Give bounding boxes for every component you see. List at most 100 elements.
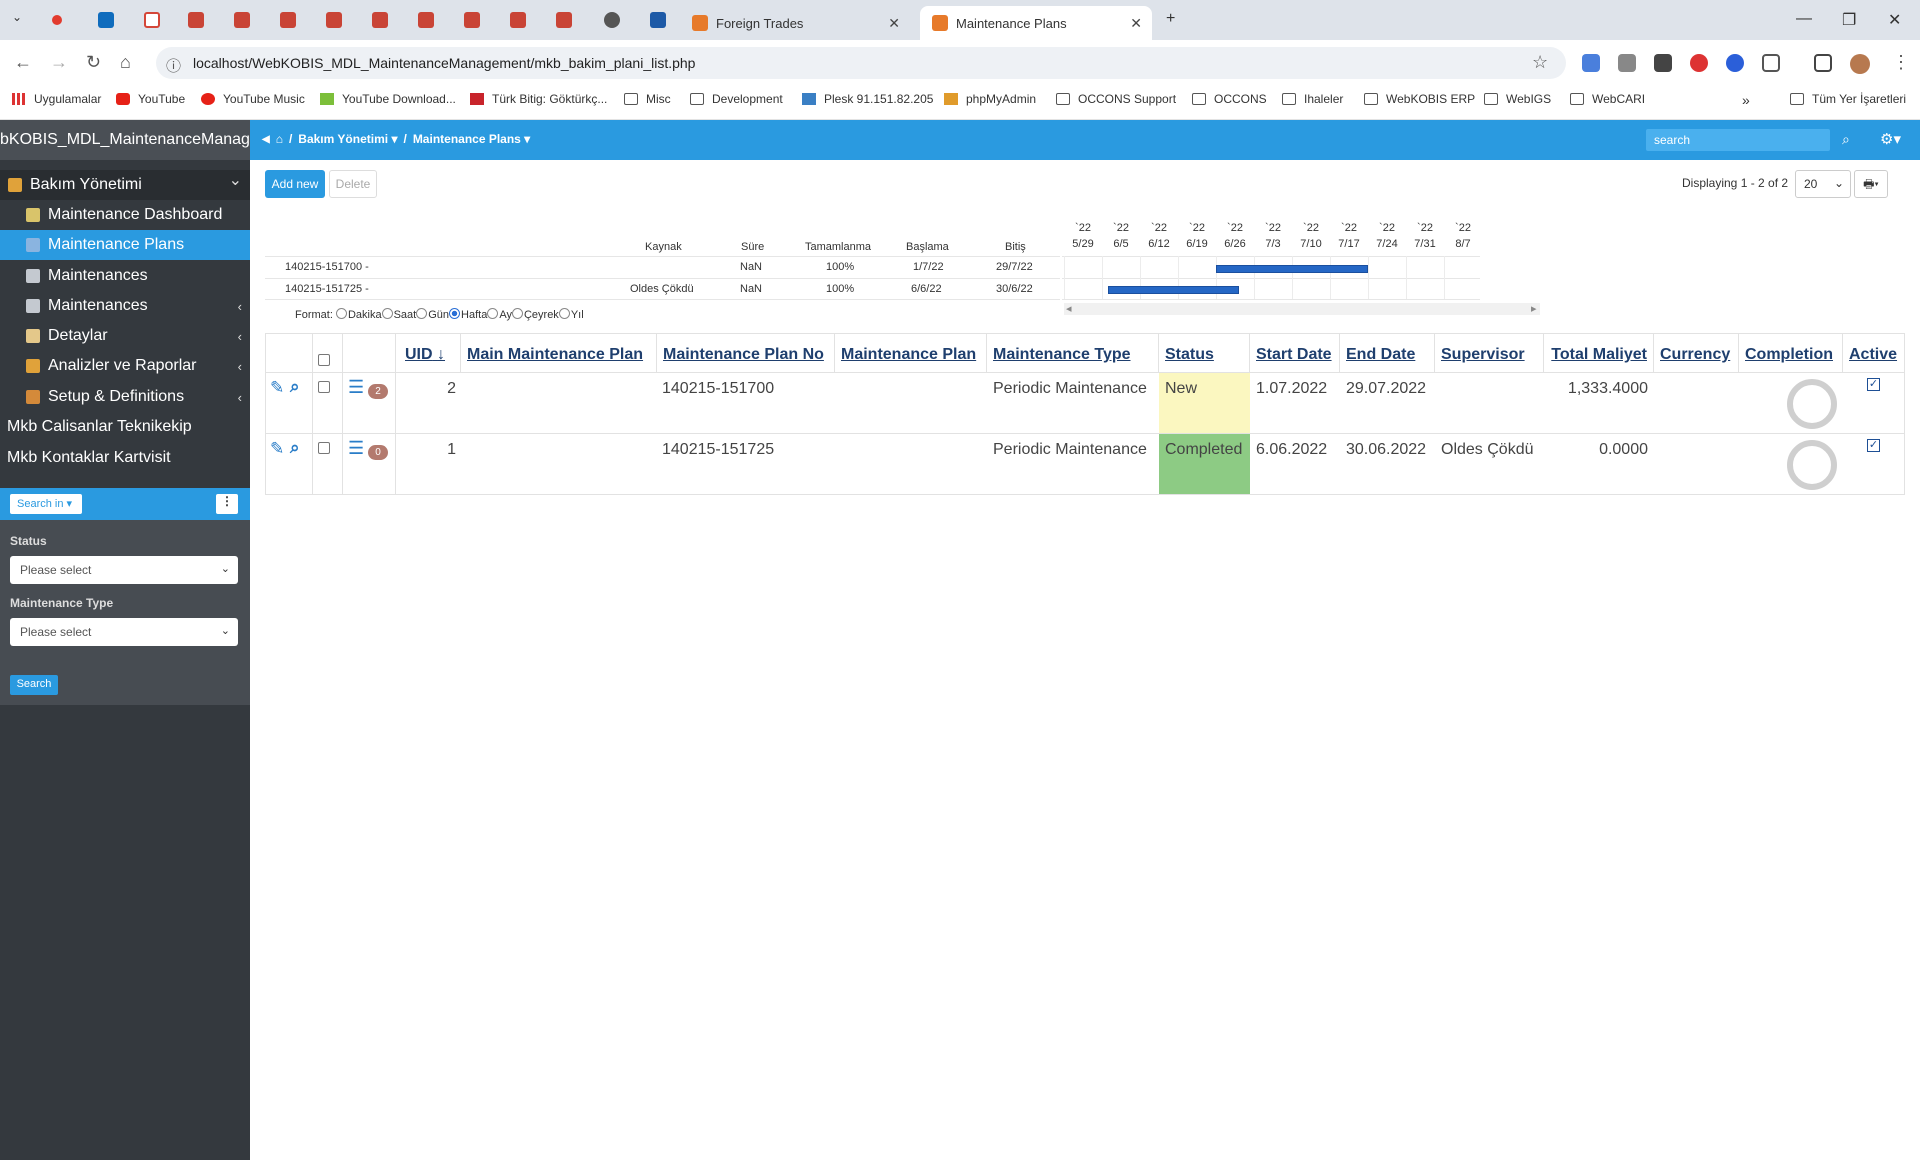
pinned-tab-icon[interactable] xyxy=(52,15,62,25)
close-tab-icon[interactable]: ✕ xyxy=(888,15,900,32)
side-panel-icon[interactable] xyxy=(1814,54,1832,72)
sidebar-item-maintenance-dashboard[interactable]: Maintenance Dashboard xyxy=(0,200,250,230)
bookmark-star-icon[interactable]: ☆ xyxy=(1532,52,1548,73)
link-extension-icon[interactable] xyxy=(1726,54,1744,72)
sidebar-item-analizler[interactable]: Analizler ve Raporlar ‹ xyxy=(0,351,250,381)
sidebar-item-maintenances[interactable]: Maintenances xyxy=(0,261,250,291)
restore-button[interactable]: ❐ xyxy=(1842,10,1856,30)
globe-tab-icon[interactable] xyxy=(604,12,620,28)
app-title[interactable]: bKOBIS_MDL_MaintenanceManagem xyxy=(0,120,250,160)
bookmark-phpmyadmin[interactable]: phpMyAdmin xyxy=(944,92,1036,106)
close-tab-icon[interactable]: ✕ xyxy=(1130,15,1142,32)
reload-button[interactable]: ↻ xyxy=(86,52,101,73)
search-icon[interactable]: ⌕ xyxy=(1842,131,1850,148)
print-button[interactable]: 🖶▾ xyxy=(1854,170,1888,198)
tab-search-button[interactable]: ⌄ xyxy=(12,10,22,24)
settings-gear-icon[interactable]: ⚙▾ xyxy=(1880,130,1901,148)
column-header-plan[interactable]: Maintenance Plan xyxy=(835,334,987,372)
breadcrumb-bakim-yonetimi[interactable]: Bakım Yönetimi ▾ xyxy=(298,132,397,146)
bookmark-development[interactable]: Development xyxy=(690,92,783,106)
bookmark-webigs[interactable]: WebIGS xyxy=(1484,92,1551,106)
column-header-main-plan[interactable]: Main Maintenance Plan xyxy=(461,334,657,372)
column-header-uid[interactable]: UID ↓ xyxy=(399,334,461,372)
home-button[interactable]: ⌂ xyxy=(120,52,131,73)
back-button[interactable]: ← xyxy=(14,52,32,73)
sidebar-item-kontaklar[interactable]: Mkb Kontaklar Kartvisit xyxy=(0,443,250,473)
more-options-icon[interactable]: ⋮ xyxy=(216,494,238,514)
translate-extension-icon[interactable] xyxy=(1582,54,1600,72)
column-header-plan-no[interactable]: Maintenance Plan No xyxy=(657,334,835,372)
select-all-checkbox[interactable] xyxy=(318,354,330,366)
tab-icon[interactable] xyxy=(280,12,296,28)
profile-avatar[interactable] xyxy=(1850,54,1870,74)
column-header-active[interactable]: Active xyxy=(1843,334,1904,372)
tab-icon[interactable] xyxy=(372,12,388,28)
forward-button[interactable]: → xyxy=(50,52,68,73)
column-header-total[interactable]: Total Maliyet xyxy=(1544,334,1654,372)
extensions-puzzle-icon[interactable] xyxy=(1762,54,1780,72)
column-header-start-date[interactable]: Start Date xyxy=(1250,334,1340,372)
bookmark-webcari[interactable]: WebCARI xyxy=(1570,92,1645,106)
bookmark-webkobis-erp[interactable]: WebKOBIS ERP xyxy=(1364,92,1475,106)
gmail-tab-icon[interactable] xyxy=(144,12,160,28)
view-search-icon[interactable]: ⌕ xyxy=(290,377,300,397)
column-header-supervisor[interactable]: Supervisor xyxy=(1435,334,1544,372)
format-radio[interactable] xyxy=(558,308,570,319)
row-checkbox[interactable] xyxy=(318,381,330,393)
breadcrumb-maintenance-plans[interactable]: Maintenance Plans ▾ xyxy=(413,132,530,146)
sidebar-item-calisanlar[interactable]: Mkb Calisanlar Teknikekip xyxy=(0,412,250,442)
bookmarks-overflow[interactable]: » xyxy=(1742,92,1750,108)
add-new-button[interactable]: Add new xyxy=(265,170,325,198)
details-list-icon[interactable]: ☰ xyxy=(348,377,364,398)
bookmark-occons[interactable]: OCCONS xyxy=(1192,92,1267,106)
qr-extension-icon[interactable] xyxy=(1654,54,1672,72)
sidebar-toggle-icon[interactable]: ◀ xyxy=(262,134,270,145)
bookmark-youtube[interactable]: YouTube xyxy=(116,92,185,106)
bookmark-plesk[interactable]: Plesk 91.151.82.205 xyxy=(802,92,933,106)
gantt-scrollbar[interactable] xyxy=(1064,303,1540,315)
view-search-icon[interactable]: ⌕ xyxy=(290,438,300,458)
site-info-icon[interactable]: ⓘ xyxy=(166,55,181,76)
column-header-currency[interactable]: Currency xyxy=(1654,334,1739,372)
tab-foreign-trades[interactable]: Foreign Trades ✕ xyxy=(680,6,910,40)
edit-icon[interactable]: ✎ xyxy=(270,439,284,459)
tab-icon[interactable] xyxy=(556,12,572,28)
tab-maintenance-plans[interactable]: Maintenance Plans ✕ xyxy=(920,6,1152,40)
tab-icon[interactable] xyxy=(326,12,342,28)
format-radio[interactable] xyxy=(416,308,428,319)
tab-icon[interactable] xyxy=(510,12,526,28)
column-header-status[interactable]: Status xyxy=(1159,334,1250,372)
edit-icon[interactable]: ✎ xyxy=(270,378,284,398)
recycle-extension-icon[interactable] xyxy=(1618,54,1636,72)
details-list-icon[interactable]: ☰ xyxy=(348,438,364,459)
bookmark-ihaleler[interactable]: Ihaleler xyxy=(1282,92,1343,106)
global-search-input[interactable]: search xyxy=(1646,129,1830,151)
format-radio[interactable] xyxy=(511,308,523,319)
sidebar-item-maintenances-group[interactable]: Maintenances ‹ xyxy=(0,291,250,321)
bookmark-misc[interactable]: Misc xyxy=(624,92,671,106)
bookmark-turk-bitig[interactable]: Türk Bitig: Göktürkç... xyxy=(470,92,607,106)
status-select[interactable]: Please select ⌄ xyxy=(10,556,238,584)
outlook-tab-icon[interactable] xyxy=(98,12,114,28)
minimize-button[interactable]: — xyxy=(1796,10,1812,28)
column-header-end-date[interactable]: End Date xyxy=(1340,334,1435,372)
scroll-left-icon[interactable]: ◂ xyxy=(1066,302,1072,315)
format-radio[interactable] xyxy=(487,308,499,319)
tab-icon[interactable] xyxy=(650,12,666,28)
close-window-button[interactable]: ✕ xyxy=(1888,10,1901,30)
delete-button[interactable]: Delete xyxy=(329,170,377,198)
bookmark-all[interactable]: Tüm Yer İşaretleri xyxy=(1790,92,1906,106)
sidebar-item-setup[interactable]: Setup & Definitions ‹ xyxy=(0,382,250,412)
bookmark-youtube-download[interactable]: YouTube Download... xyxy=(320,92,456,106)
bookmark-occons-support[interactable]: OCCONS Support xyxy=(1056,92,1176,106)
tab-icon[interactable] xyxy=(418,12,434,28)
gantt-bar[interactable] xyxy=(1107,286,1239,294)
sidebar-group-bakim-yonetimi[interactable]: Bakım Yönetimi ⌄ xyxy=(0,170,250,200)
bookmark-youtube-music[interactable]: YouTube Music xyxy=(201,92,305,106)
row-checkbox[interactable] xyxy=(318,442,330,454)
format-radio[interactable] xyxy=(335,308,347,319)
color-extension-icon[interactable] xyxy=(1690,54,1708,72)
maintenance-type-select[interactable]: Please select ⌄ xyxy=(10,618,238,646)
scroll-right-icon[interactable]: ▸ xyxy=(1531,302,1537,315)
column-header-completion[interactable]: Completion xyxy=(1739,334,1843,372)
